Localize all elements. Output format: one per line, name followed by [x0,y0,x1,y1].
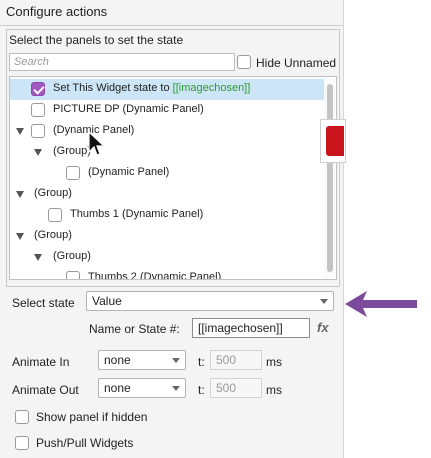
animate-out-label: Animate Out [12,383,79,397]
chevron-down-icon [320,299,328,304]
animate-in-unit: ms [266,355,282,369]
expand-triangle-icon[interactable] [16,128,24,135]
animate-in-label: Animate In [12,355,70,369]
hide-unnamed-checkbox[interactable] [237,55,251,69]
select-state-label: Select state [12,296,75,310]
animate-in-t-label: t: [198,355,205,369]
red-swatch-icon [326,126,344,156]
tree-row-thumbs-2[interactable]: Thumbs 2 (Dynamic Panel) [10,268,324,280]
tree-row-set-this-widget[interactable]: Set This Widget state to [[imagechosen]] [10,79,324,100]
tree-row-label: (Dynamic Panel) [88,166,170,178]
scrollbar-thumb[interactable] [327,84,333,272]
variable-text: [[imagechosen]] [172,82,251,94]
panel-selection-group: Select the panels to set the state Hide … [6,29,340,287]
show-if-hidden-label: Show panel if hidden [36,410,148,424]
background-window-edge [320,119,346,163]
tree-row-checkbox[interactable] [48,208,62,222]
tree-row-dynamic-panel[interactable]: (Dynamic Panel) [10,163,324,184]
tree-row-picture-dp[interactable]: PICTURE DP (Dynamic Panel) [10,100,324,121]
tree-row-thumbs-1[interactable]: Thumbs 1 (Dynamic Panel) [10,205,324,226]
push-pull-label: Push/Pull Widgets [36,436,134,450]
show-if-hidden-checkbox[interactable] [15,410,29,424]
expand-triangle-icon[interactable] [16,191,24,198]
mouse-pointer-icon [88,131,105,156]
tree-row-group[interactable]: (Group) [10,247,324,268]
tree-row-dynamic-panel[interactable]: (Dynamic Panel) [10,121,324,142]
animate-out-duration-input[interactable]: 500 [210,378,262,398]
select-state-dropdown[interactable]: Value [86,291,334,311]
fx-button[interactable]: fx [317,320,329,335]
push-pull-checkbox[interactable] [15,436,29,450]
search-input[interactable] [9,53,235,71]
animate-out-value: none [104,381,131,395]
tree-row-checkbox[interactable] [66,271,80,279]
animate-in-dropdown[interactable]: none [98,350,186,370]
tree-row-label: (Group) [34,187,72,199]
tree-row-label: Thumbs 1 (Dynamic Panel) [70,208,204,220]
panel-tree[interactable]: Set This Widget state to [[imagechosen]]… [9,76,337,280]
tree-row-group[interactable]: (Group) [10,226,324,247]
chevron-down-icon [172,386,180,391]
tree-row-label: (Group) [53,145,91,157]
tree-row-checkbox[interactable] [66,166,80,180]
panel-title: Configure actions [6,4,108,19]
animate-out-unit: ms [266,383,282,397]
animate-out-t-label: t: [198,383,205,397]
hide-unnamed-label: Hide Unnamed [256,56,337,70]
expand-triangle-icon[interactable] [34,254,42,261]
tree-row-label: (Group) [34,229,72,241]
tree-row-checkbox[interactable] [31,103,45,117]
tree-row-label: PICTURE DP (Dynamic Panel) [53,103,204,115]
title-divider [0,25,344,26]
tree-row-group[interactable]: (Group) [10,142,324,163]
state-name-input[interactable]: [[imagechosen]] [192,318,310,338]
tree-row-label: Thumbs 2 (Dynamic Panel) [88,271,222,280]
select-state-value: Value [92,294,122,308]
configure-actions-panel: Configure actions Select the panels to s… [0,0,344,458]
tree-row-checkbox[interactable] [31,124,45,138]
tree-row-label: (Group) [53,250,91,262]
animate-in-duration-input[interactable]: 500 [210,350,262,370]
tree-row-checkbox[interactable] [31,82,45,96]
tree-scrollbar[interactable] [324,78,335,278]
tree-row-label: Set This Widget state to [[imagechosen]] [53,82,251,94]
panel-selection-heading: Select the panels to set the state [9,33,184,47]
chevron-down-icon [172,358,180,363]
arrow-left-icon [345,291,417,317]
tree-row-group[interactable]: (Group) [10,184,324,205]
name-or-state-label: Name or State #: [89,322,180,336]
expand-triangle-icon[interactable] [34,149,42,156]
animate-out-dropdown[interactable]: none [98,378,186,398]
expand-triangle-icon[interactable] [16,233,24,240]
animate-in-value: none [104,353,131,367]
